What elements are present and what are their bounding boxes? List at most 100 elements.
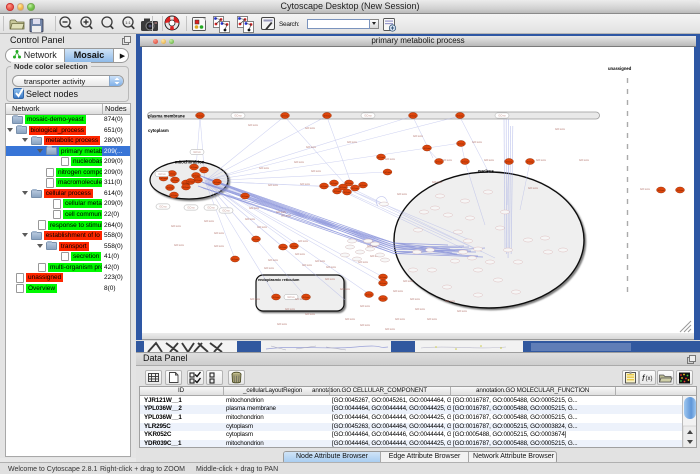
svg-text:GO:xxx: GO:xxx [360,185,367,187]
svg-text:GO:xxx: GO:xxx [366,294,373,296]
svg-text:GO:xxxx: GO:xxxx [360,323,371,327]
svg-text:GO:xxxx: GO:xxxx [204,219,215,223]
svg-text:GO:xx: GO:xx [364,114,372,118]
svg-text:GO:xxxx: GO:xxxx [472,140,483,144]
svg-text:GO:xxxx: GO:xxxx [442,158,453,162]
svg-text:GO:xx: GO:xx [158,172,166,176]
svg-text:GO:xxxx: GO:xxxx [248,123,259,127]
svg-text:GO:xxxx: GO:xxxx [360,304,371,308]
svg-text:GO:xxxx: GO:xxxx [393,289,404,293]
svg-text:GO:xxxx: GO:xxxx [395,317,406,321]
svg-text:nucleus: nucleus [478,169,494,174]
svg-text:GO:xx: GO:xx [159,205,167,209]
svg-text:(x): (x) [646,376,653,382]
svg-text:GO:xxxx: GO:xxxx [445,299,456,303]
svg-text:GO:xxxx: GO:xxxx [340,287,351,291]
svg-text:GO:xxxx: GO:xxxx [345,317,356,321]
svg-text:GO:xxx: GO:xxx [346,183,353,185]
svg-text:GO:xxxx: GO:xxxx [257,225,268,229]
svg-text:GO:xxxx: GO:xxxx [484,158,495,162]
svg-text:GO:xxx: GO:xxx [321,186,328,188]
svg-text:GO:xxxx: GO:xxxx [427,317,438,321]
svg-text:GO:xxxx: GO:xxxx [410,297,421,301]
svg-text:GO:xx: GO:xx [207,206,215,210]
svg-text:GO:xxx: GO:xxx [280,247,287,249]
svg-text:GO:xxx: GO:xxx [193,175,200,177]
svg-text:GO:xxxx: GO:xxxx [281,214,292,218]
svg-text:GO:xxxx: GO:xxxx [555,127,566,131]
svg-text:GO:xxxx: GO:xxxx [640,187,651,191]
svg-text:GO:xxx: GO:xxx [172,180,179,182]
svg-text:GO:xxx: GO:xxx [380,283,387,285]
svg-text:GO:xxxx: GO:xxxx [249,206,260,210]
svg-text:GO:xxx: GO:xxx [183,187,190,189]
svg-text:GO:xxx: GO:xxx [191,167,198,169]
svg-text:GO:xxx: GO:xxx [424,148,431,150]
svg-text:GO:xxxx: GO:xxxx [432,180,443,184]
svg-text:GO:xxx: GO:xxx [169,173,176,175]
svg-text:GO:xx: GO:xx [498,114,506,118]
svg-text:plasma membrane: plasma membrane [148,114,185,119]
svg-text:GO:xxx: GO:xxx [527,161,534,163]
svg-text:GO:xxxx: GO:xxxx [259,166,270,170]
svg-text:endoplasmic reticulum: endoplasmic reticulum [258,278,300,282]
svg-text:GO:xxxx: GO:xxxx [171,224,182,228]
svg-text:GO:xxx: GO:xxx [273,297,280,299]
svg-text:GO:xxx: GO:xxx [462,161,469,163]
svg-text:GO:xxxx: GO:xxxx [276,210,287,214]
svg-text:mitochondrion: mitochondrion [175,160,205,165]
svg-text:GO:xxxx: GO:xxxx [264,266,275,270]
svg-text:GO:xxxx: GO:xxxx [397,192,408,196]
svg-text:GO:xxx: GO:xxx [352,188,359,190]
svg-text:GO:xxx: GO:xxx [324,115,331,117]
svg-text:GO:xxxx: GO:xxxx [214,244,225,248]
svg-text:GO:xxxx: GO:xxxx [214,231,225,235]
svg-text:GO:xxx: GO:xxx [458,143,465,145]
svg-text:GO:xxxx: GO:xxxx [277,322,288,326]
svg-text:GO:xx: GO:xx [193,150,201,154]
svg-text:GO:xxxx: GO:xxxx [347,140,358,144]
svg-text:GO:xxx: GO:xxx [167,187,174,189]
svg-text:GO:xxxx: GO:xxxx [305,126,316,130]
svg-text:GO:xxxx: GO:xxxx [413,134,424,138]
svg-text:GO:xxxx: GO:xxxx [415,307,426,311]
svg-text:GO:xxxx: GO:xxxx [285,307,296,311]
svg-text:GO:xxxx: GO:xxxx [305,312,316,316]
svg-text:GO:xxx: GO:xxx [380,298,387,300]
svg-text:GO:xxx: GO:xxx [384,172,391,174]
svg-text:GO:xxxx: GO:xxxx [298,239,309,243]
svg-text:GO:xxxx: GO:xxxx [385,157,396,161]
svg-text:GO:xx: GO:xx [222,209,230,213]
svg-text:GO:xxxx: GO:xxxx [315,259,326,263]
svg-text:1:1: 1:1 [125,20,131,25]
svg-text:GO:xxxx: GO:xxxx [311,169,322,173]
svg-text:GO:xxxx: GO:xxxx [300,182,311,186]
svg-text:GO:xxx: GO:xxx [340,187,347,189]
svg-text:GO:xxx: GO:xxx [378,157,385,159]
svg-text:GO:xxx: GO:xxx [242,196,249,198]
svg-text:GO:xxxx: GO:xxxx [174,243,185,247]
svg-text:GO:xxx: GO:xxx [303,297,310,299]
svg-text:GO:xxx: GO:xxx [282,115,289,117]
svg-text:GO:xxxx: GO:xxxx [302,263,313,267]
svg-text:GO:xxx: GO:xxx [201,170,208,172]
svg-text:GO:xxxx: GO:xxxx [294,160,305,164]
svg-text:GO:xxxx: GO:xxxx [403,279,414,283]
svg-text:GO:xxx: GO:xxx [658,190,665,192]
svg-text:GO:xxxx: GO:xxxx [325,277,336,281]
svg-text:GO:xxxx: GO:xxxx [268,183,279,187]
svg-text:GO:xxx: GO:xxx [436,161,443,163]
svg-text:GO:xxxx: GO:xxxx [385,327,396,331]
svg-text:GO:xxx: GO:xxx [195,180,202,182]
svg-text:GO:xxxx: GO:xxxx [250,297,261,301]
svg-text:GO:xxx: GO:xxx [232,259,239,261]
svg-text:GO:xxx: GO:xxx [344,192,351,194]
svg-text:GO:xxxx: GO:xxxx [536,158,547,162]
svg-text:GO:xxx: GO:xxx [334,191,341,193]
svg-text:GO:xxx: GO:xxx [253,239,260,241]
svg-text:GO:xxx: GO:xxx [171,195,178,197]
svg-text:GO:xxx: GO:xxx [291,246,298,248]
svg-text:unassigned: unassigned [608,66,632,71]
svg-text:cytoplasm: cytoplasm [148,128,169,133]
svg-text:GO:xxx: GO:xxx [457,115,464,117]
